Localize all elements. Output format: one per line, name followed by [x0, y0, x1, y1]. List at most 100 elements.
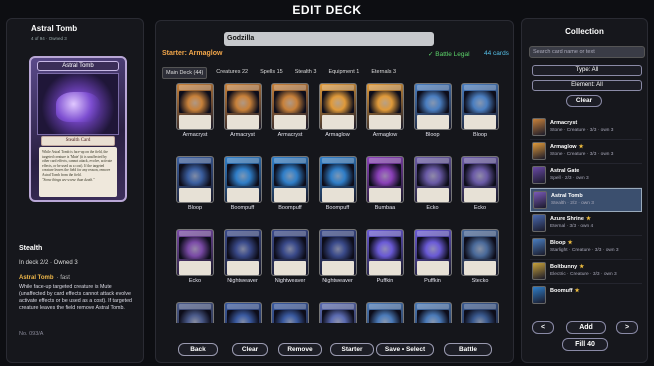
- collection-item-icon: [532, 214, 546, 232]
- collection-item[interactable]: Astral Gate Spell · 2/3 · own 3: [530, 164, 642, 188]
- card-preview: Astral Tomb Stealth Card While Astral To…: [29, 56, 127, 202]
- deck-card[interactable]: Armacryst: [269, 83, 311, 141]
- deck-card[interactable]: [412, 302, 454, 323]
- thumb-title-bar: [226, 158, 259, 163]
- deck-card[interactable]: Armaglow: [317, 83, 359, 141]
- deck-card-thumbnail: [413, 156, 452, 203]
- deck-panel: Starter: Armaglow ✓ Battle Legal 44 card…: [155, 20, 514, 363]
- deck-card[interactable]: Nightweaver: [317, 229, 359, 287]
- thumb-art: [321, 310, 354, 323]
- element-filter-select[interactable]: Element: All: [532, 80, 642, 91]
- thumb-title-bar: [416, 231, 449, 236]
- deck-card[interactable]: [364, 302, 406, 323]
- deck-card-thumbnail: [366, 156, 404, 203]
- deck-card-name: Nightweaver: [227, 278, 258, 284]
- collection-panel: Collection Search card name or text Type…: [521, 18, 648, 363]
- deck-card[interactable]: Bloop: [412, 83, 454, 141]
- thumb-art: [179, 91, 211, 113]
- star-icon: ★: [567, 240, 573, 246]
- ability-name: Astral Tomb: [19, 275, 54, 281]
- collection-item-name-row: Astral Tomb: [551, 193, 585, 199]
- deck-card[interactable]: Bloop: [174, 156, 216, 214]
- deck-card[interactable]: Nightweaver: [269, 229, 311, 287]
- back-button[interactable]: Back: [178, 343, 218, 356]
- deck-card-name: Armaglow: [372, 132, 398, 138]
- thumb-title-bar: [416, 85, 449, 90]
- deck-card[interactable]: Ecko: [459, 156, 501, 214]
- deck-card-name: Bloop: [472, 132, 488, 138]
- creature-art: [56, 92, 100, 122]
- deck-card-thumbnail: [461, 156, 499, 203]
- deck-card[interactable]: Ecko: [412, 156, 454, 214]
- detail-card-index: 4 of 94 · Owned 3: [31, 36, 67, 41]
- tab-stealth[interactable]: Stealth 3: [292, 67, 320, 79]
- collection-item[interactable]: Boltbunny ★ Electric · Creature · 3/3 · ow…: [530, 260, 642, 284]
- collection-item[interactable]: Armacryst Stone · Creature · 3/3 · own 3: [530, 116, 642, 140]
- deck-card[interactable]: Boompuff: [317, 156, 359, 214]
- deck-card[interactable]: Puffkin: [412, 229, 454, 287]
- deck-name-input[interactable]: [224, 32, 434, 46]
- clear-deck-button[interactable]: Clear: [232, 343, 268, 356]
- thumb-text-box: [274, 115, 306, 129]
- add-card-button[interactable]: Add: [566, 321, 606, 334]
- deck-card-thumbnail: [366, 83, 404, 130]
- deck-card[interactable]: Armacryst: [174, 83, 216, 141]
- thumb-art: [179, 237, 211, 259]
- deck-card[interactable]: Puffkin: [364, 229, 406, 287]
- type-filter-select[interactable]: Type: All: [532, 65, 642, 76]
- collection-item-name-row: Bloop ★: [550, 240, 573, 246]
- deck-card[interactable]: [459, 302, 501, 323]
- deck-card[interactable]: Armaglow: [364, 83, 406, 141]
- thumb-title-bar: [416, 158, 449, 163]
- collection-item[interactable]: Bloop ★ Starlight · Creature · 3/3 · own 3: [530, 236, 642, 260]
- starter-button[interactable]: Starter: [330, 343, 374, 356]
- deck-card-thumbnail: [176, 302, 214, 323]
- tab-creatures[interactable]: Creatures 22: [213, 67, 251, 79]
- deck-card[interactable]: [222, 302, 264, 323]
- thumb-text-box: [416, 115, 449, 129]
- remove-button[interactable]: Remove: [278, 343, 322, 356]
- deck-card-thumbnail: [271, 83, 309, 130]
- ability-heading: Astral Tomb · fast: [19, 275, 70, 281]
- title-bar: EDIT DECK: [0, 0, 654, 20]
- thumb-title-bar: [321, 231, 354, 236]
- deck-card[interactable]: Boompuff: [269, 156, 311, 214]
- deck-card[interactable]: Stecko: [459, 229, 501, 287]
- battle-button[interactable]: Battle: [444, 343, 492, 356]
- tab-equipment[interactable]: Equipment 1: [325, 67, 362, 79]
- thumb-title-bar: [274, 304, 306, 309]
- thumb-art: [226, 310, 259, 323]
- tab-spells[interactable]: Spells 15: [257, 67, 286, 79]
- collection-item[interactable]: Astral Tomb Stealth · 2/2 · own 3: [530, 188, 642, 212]
- next-page-button[interactable]: >: [616, 321, 638, 334]
- ability-speed: · fast: [56, 275, 70, 281]
- thumb-text-box: [226, 188, 259, 202]
- deck-card[interactable]: Nightweaver: [222, 229, 264, 287]
- thumb-text-box: [369, 261, 401, 275]
- thumb-text-box: [226, 115, 259, 129]
- deck-card[interactable]: Boompuff: [222, 156, 264, 214]
- clear-filters-button[interactable]: Clear: [566, 95, 602, 107]
- deck-card[interactable]: Armacryst: [222, 83, 264, 141]
- thumb-text-box: [226, 261, 259, 275]
- deck-card[interactable]: Bumbaa: [364, 156, 406, 214]
- tab-main-deck[interactable]: Main Deck (44): [162, 67, 208, 79]
- collection-item[interactable]: Azure Shrine ★ Eternal · 3/3 · own 4: [530, 212, 642, 236]
- deck-card[interactable]: [317, 302, 359, 323]
- deck-card[interactable]: [174, 302, 216, 323]
- save-select-button[interactable]: Save • Select: [376, 343, 434, 356]
- collection-item[interactable]: Armaglow ★ Stone · Creature · 3/3 · own 3: [530, 140, 642, 164]
- thumb-art: [416, 237, 449, 259]
- deck-card[interactable]: Ecko: [174, 229, 216, 287]
- deck-card-name: Stecko: [471, 278, 489, 284]
- prev-page-button[interactable]: <: [532, 321, 554, 334]
- deck-card[interactable]: [269, 302, 311, 323]
- deck-card[interactable]: Bloop: [459, 83, 501, 141]
- collection-item[interactable]: Boomuff ★: [530, 284, 642, 306]
- collection-item-desc: Starlight · Creature · 3/3 · own 3: [550, 248, 619, 253]
- collection-search-input[interactable]: Search card name or text: [529, 46, 645, 58]
- collection-item-desc: Stone · Creature · 3/3 · own 3: [550, 152, 614, 157]
- fill-deck-button[interactable]: Fill 40: [562, 338, 608, 351]
- thumb-art: [369, 164, 401, 186]
- tab-eternals[interactable]: Eternals 3: [368, 67, 399, 79]
